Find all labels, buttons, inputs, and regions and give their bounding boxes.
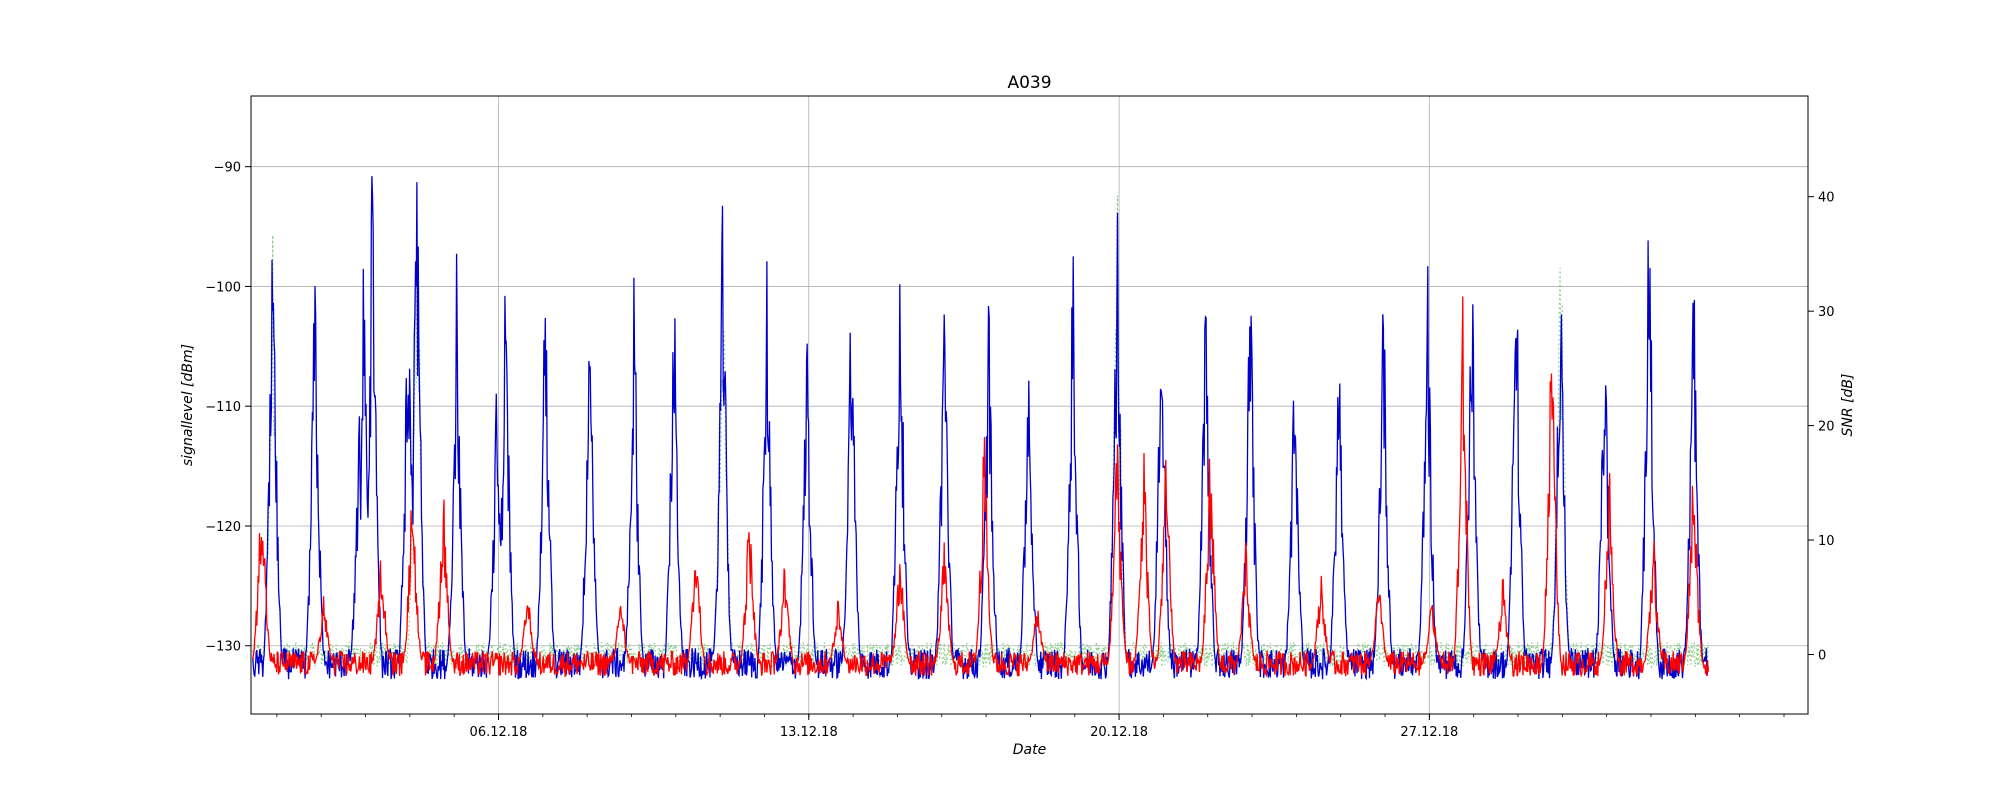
x-axis: 06.12.18 13.12.18 20.12.18 27.12.18 [276, 714, 1785, 740]
x-tick-label: 06.12.18 [470, 725, 528, 740]
y-tick-label: −120 [205, 520, 241, 535]
y2-tick-label: 10 [1818, 534, 1835, 549]
y2-tick-label: 0 [1818, 648, 1826, 663]
series-line-1 [252, 296, 1709, 678]
x-tick-label: 27.12.18 [1400, 725, 1458, 740]
y-tick-label: −100 [205, 280, 241, 295]
y2-tick-label: 20 [1818, 420, 1835, 435]
chart-title: A039 [1007, 73, 1051, 93]
chart: 06.12.18 13.12.18 20.12.18 27.12.18 −130 −12… [180, 73, 1856, 758]
x-axis-label: Date [1013, 742, 1046, 758]
y-tick-label: −130 [205, 640, 241, 655]
y2-tick-label: 30 [1818, 305, 1835, 320]
y-axis-right: 0 10 20 30 40 [1808, 191, 1835, 663]
series-line-0 [252, 176, 1709, 681]
x-tick-label: 13.12.18 [780, 725, 838, 740]
y2-tick-label: 40 [1818, 191, 1835, 206]
x-tick-label: 20.12.18 [1090, 725, 1148, 740]
y-tick-label: −110 [205, 400, 241, 415]
y-tick-label: −90 [214, 161, 241, 176]
y-axis-label: signallevel [dBm] [180, 344, 196, 466]
y-axis-left: −130 −120 −110 −100 −90 [205, 161, 251, 655]
y2-axis-label: SNR [dB] [1840, 374, 1856, 437]
series-lines [252, 176, 1709, 681]
series-line-2 [252, 185, 1709, 670]
